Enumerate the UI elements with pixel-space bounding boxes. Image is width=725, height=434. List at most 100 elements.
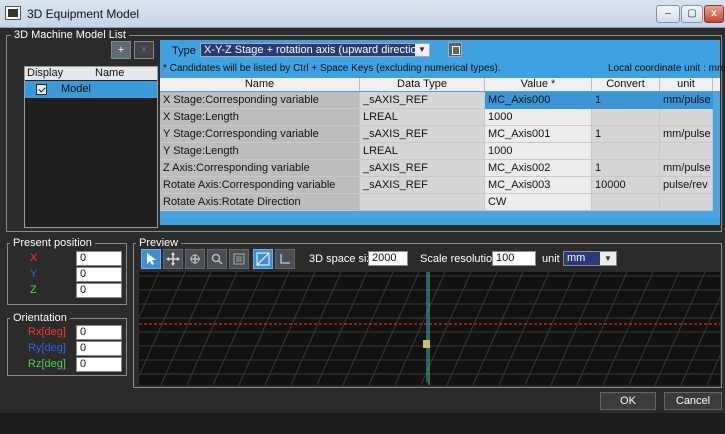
present-position-label: Present position [10, 237, 95, 249]
fit-icon [233, 253, 245, 265]
display-checkbox[interactable] [36, 84, 47, 95]
axis-view-button[interactable] [275, 249, 295, 269]
select-tool-button[interactable] [141, 249, 161, 269]
maximize-button[interactable]: ▢ [681, 5, 703, 23]
space-size-field[interactable]: 2000 [368, 251, 408, 266]
grid-view-icon [256, 252, 270, 266]
cell-data-type [360, 194, 485, 211]
close-button[interactable]: x [704, 5, 724, 23]
ok-button[interactable]: OK [600, 392, 656, 410]
settings-tool-icon[interactable] [448, 42, 462, 57]
column-unit: unit [660, 78, 713, 91]
cell-convert[interactable]: 1 [592, 160, 660, 177]
y-position-field[interactable]: 0 [76, 267, 122, 282]
app-icon [5, 6, 21, 20]
dialog-footer [0, 413, 725, 434]
type-dropdown[interactable]: X-Y-Z Stage + rotation axis (upward dire… [200, 43, 430, 57]
cursor-icon [147, 253, 156, 265]
cell-convert[interactable] [592, 109, 660, 126]
cell-data-type: _sAXIS_REF [360, 160, 485, 177]
cell-convert[interactable] [592, 194, 660, 211]
x-label: X [30, 252, 38, 264]
move-icon [166, 252, 180, 266]
cell-unit: mm/pulse [660, 92, 713, 109]
remove-model-button[interactable]: × [134, 41, 154, 59]
rotate-icon [190, 254, 200, 264]
column-name: Name [95, 67, 125, 79]
cell-unit: mm/pulse [660, 160, 713, 177]
candidates-note: * Candidates will be listed by Ctrl + Sp… [163, 63, 501, 74]
cell-unit [660, 143, 713, 160]
model-list-item[interactable]: Model [25, 81, 157, 98]
column-data-type: Data Type [360, 78, 485, 91]
table-row[interactable]: Y Stage:Corresponding variable _sAXIS_REF… [160, 126, 720, 143]
type-dropdown-value: X-Y-Z Stage + rotation axis (upward dire… [204, 44, 427, 56]
view-mode-button[interactable] [253, 249, 273, 269]
chevron-down-icon[interactable]: ▼ [600, 252, 616, 265]
cell-name: Rotate Axis:Corresponding variable [160, 177, 360, 194]
rz-field[interactable]: 0 [76, 357, 122, 372]
cell-unit: pulse/rev [660, 177, 713, 194]
grid-header: Name Data Type Value * Convert Value uni… [160, 78, 720, 103]
unit-dropdown-value: mm [567, 252, 586, 264]
zoom-tool-button[interactable] [207, 249, 227, 269]
model-list: Display Name Model [24, 66, 158, 228]
table-row[interactable]: X Stage:Corresponding variable _sAXIS_REF… [160, 92, 720, 109]
cell-convert[interactable]: 1 [592, 126, 660, 143]
cell-value[interactable]: MC_Axis001 [485, 126, 592, 143]
ry-label: Ry[deg] [28, 342, 66, 354]
model-name: Model [61, 83, 91, 95]
axis-icon [280, 254, 290, 264]
cell-convert[interactable]: 10000 [592, 177, 660, 194]
rx-field[interactable]: 0 [76, 325, 122, 340]
preview-viewport[interactable] [108, 271, 725, 389]
table-row[interactable]: Z Axis:Corresponding variable _sAXIS_REF M… [160, 160, 720, 177]
cell-data-type: _sAXIS_REF [360, 177, 485, 194]
3d-grid-canvas[interactable] [108, 271, 725, 389]
rx-label: Rx[deg] [28, 326, 66, 338]
table-row[interactable]: X Stage:Length LREAL 1000 [160, 109, 720, 126]
cell-name: Rotate Axis:Rotate Direction [160, 194, 360, 211]
table-row[interactable]: Rotate Axis:Corresponding variable _sAXIS… [160, 177, 720, 194]
rotate-tool-button[interactable] [185, 249, 205, 269]
cell-name: Y Stage:Length [160, 143, 360, 160]
unit-dropdown[interactable]: mm ▼ [563, 251, 617, 266]
minimize-button[interactable]: – [656, 5, 680, 23]
ry-field[interactable]: 0 [76, 341, 122, 356]
add-model-button[interactable]: + [111, 41, 131, 59]
fit-view-button[interactable] [229, 249, 249, 269]
cell-value[interactable]: 1000 [485, 109, 592, 126]
cell-value[interactable]: CW [485, 194, 592, 211]
column-value: Value * [485, 78, 592, 91]
preview-label: Preview [136, 237, 182, 249]
title-bar: 3D Equipment Model – ▢ x [0, 0, 725, 28]
column-name: Name [160, 78, 360, 91]
cancel-button[interactable]: Cancel [664, 392, 722, 410]
column-display: Display [27, 67, 64, 79]
type-label: Type [172, 45, 196, 57]
z-label: Z [30, 284, 37, 296]
cell-unit: mm/pulse [660, 126, 713, 143]
cell-data-type: _sAXIS_REF [360, 126, 485, 143]
table-row[interactable]: Rotate Axis:Rotate Direction CW [160, 194, 720, 211]
pan-tool-button[interactable] [163, 249, 183, 269]
cell-convert[interactable] [592, 143, 660, 160]
cell-value[interactable]: MC_Axis003 [485, 177, 592, 194]
orientation-label: Orientation [10, 312, 70, 324]
column-convert-value: Convert Value [592, 78, 660, 103]
cell-value[interactable]: 1000 [485, 143, 592, 160]
cell-value[interactable]: MC_Axis000 [485, 92, 592, 109]
cell-data-type: LREAL [360, 109, 485, 126]
table-row[interactable]: Y Stage:Length LREAL 1000 [160, 143, 720, 160]
cell-data-type: LREAL [360, 143, 485, 160]
chevron-down-icon[interactable]: ▼ [415, 44, 429, 56]
cell-convert[interactable]: 1 [592, 92, 660, 109]
x-position-field[interactable]: 0 [76, 251, 122, 266]
unit-label: unit [542, 253, 560, 265]
cell-value[interactable]: MC_Axis002 [485, 160, 592, 177]
cell-name: X Stage:Corresponding variable [160, 92, 360, 109]
z-position-field[interactable]: 0 [76, 283, 122, 298]
cell-unit [660, 109, 713, 126]
zoom-icon [211, 253, 223, 265]
scale-resolution-field[interactable]: 100 [492, 251, 536, 266]
